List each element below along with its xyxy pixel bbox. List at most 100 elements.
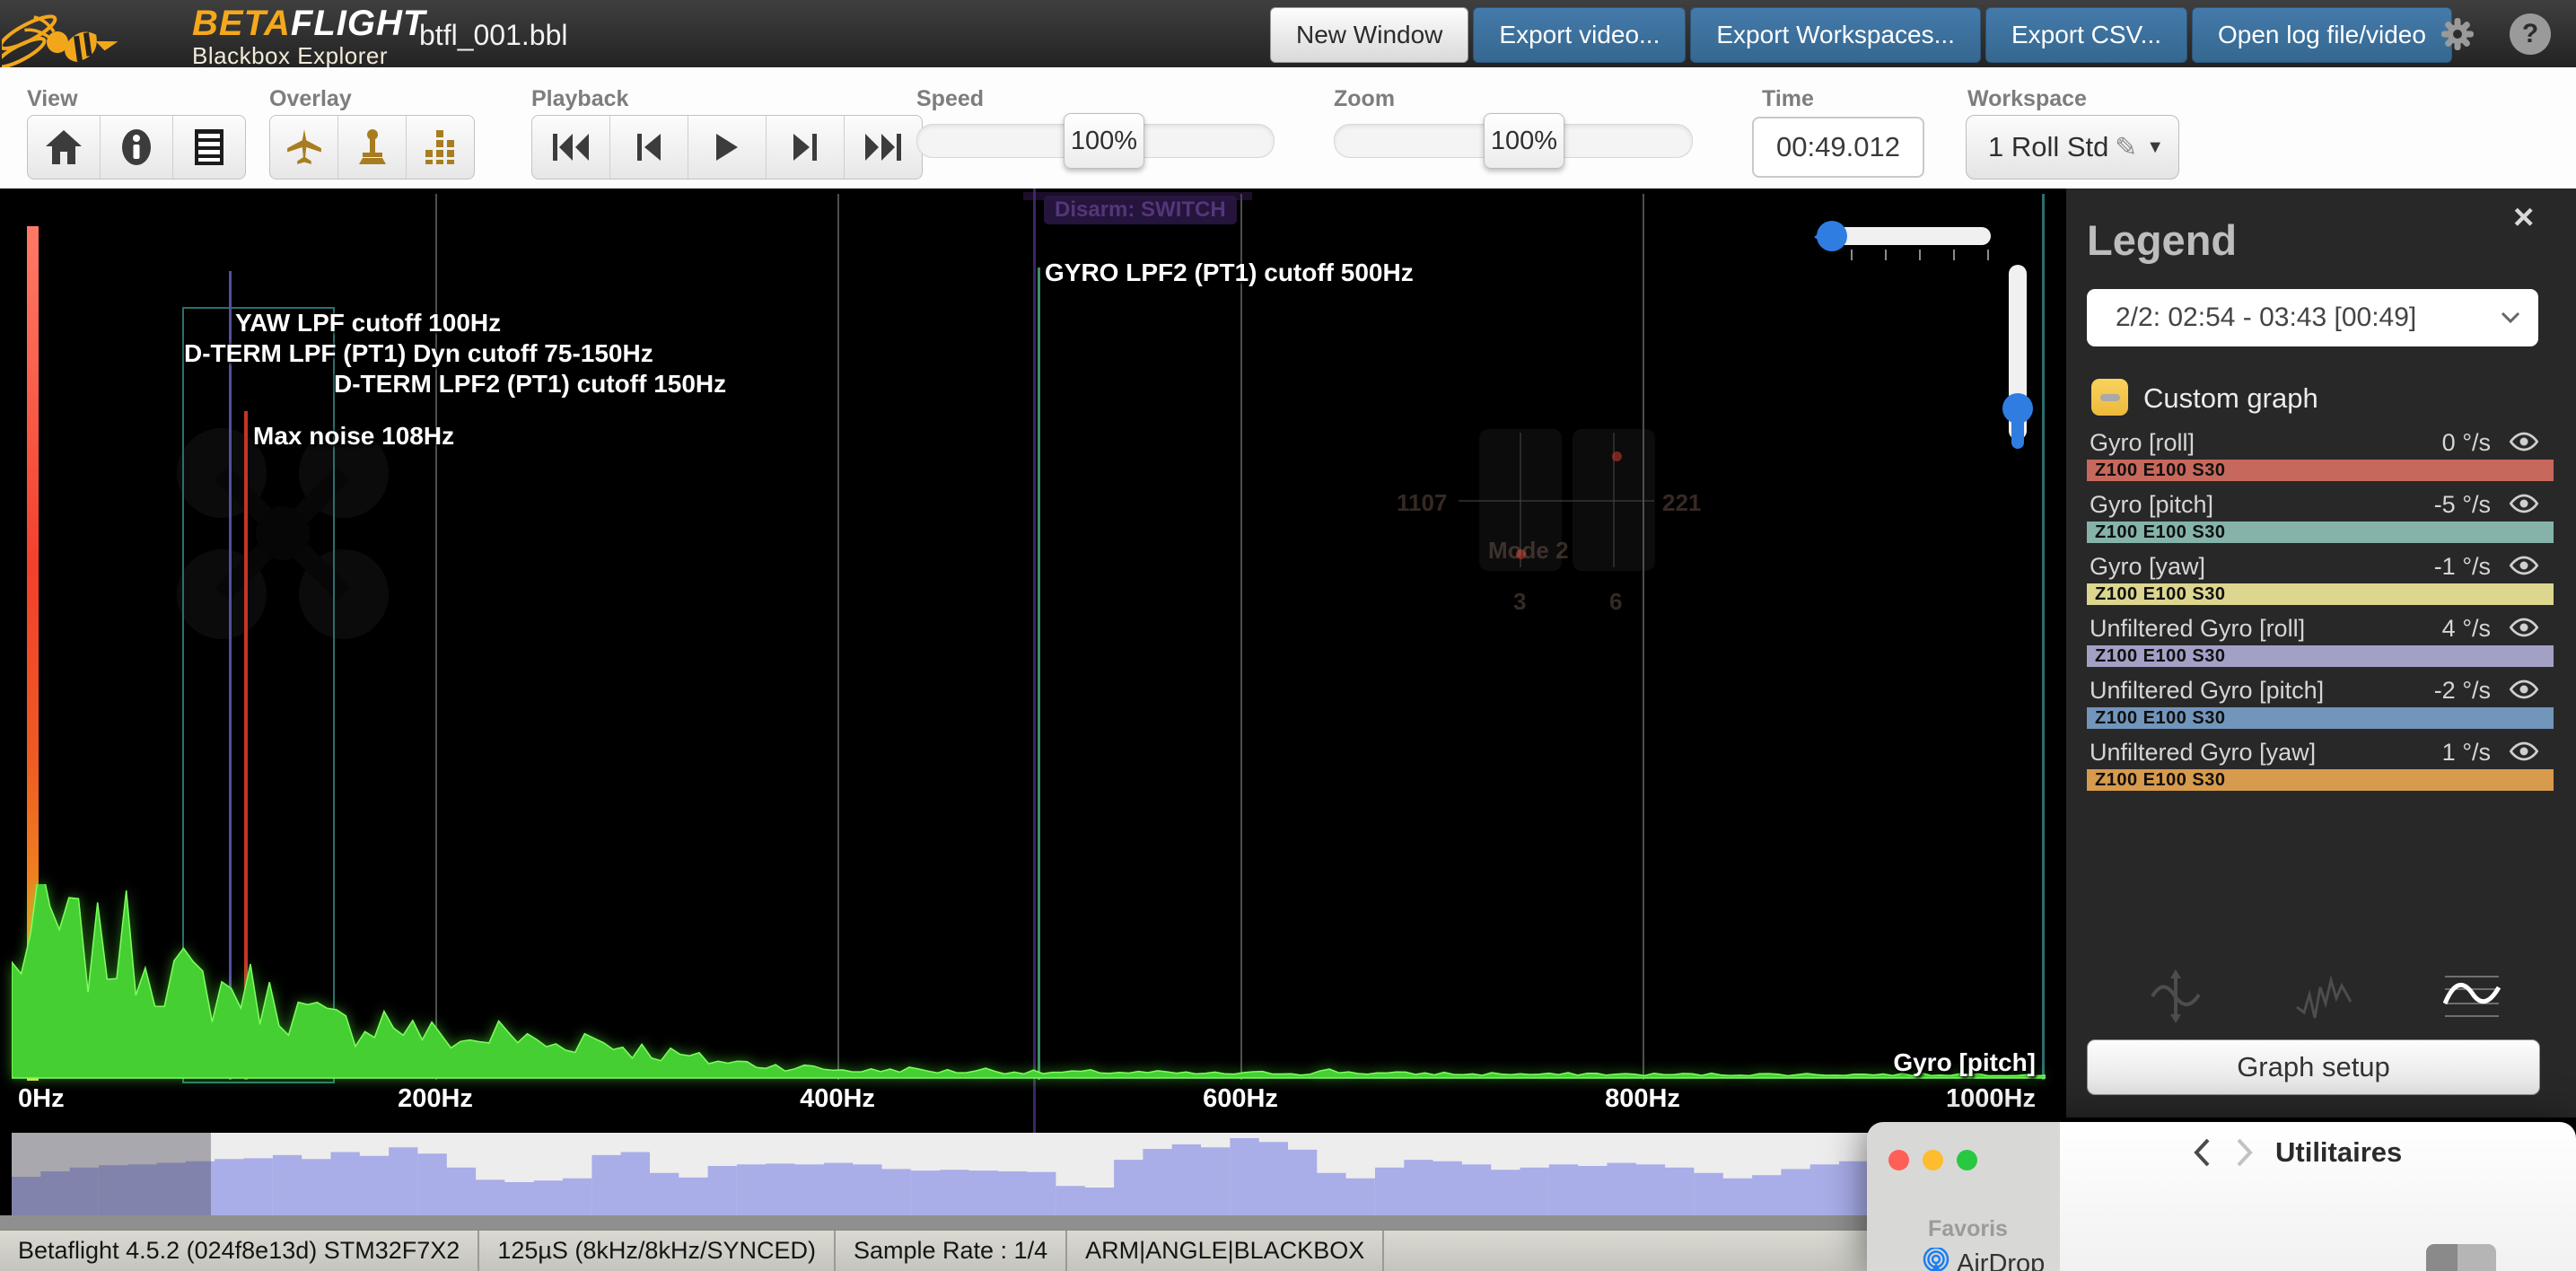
legend-item[interactable]: Unfiltered Gyro [pitch]-2 °/sZ100 E100 S… [2066,677,2576,739]
visibility-eye-icon[interactable] [2508,493,2540,519]
spectrum-area [12,884,2046,1082]
eye-icon [2508,431,2540,452]
graph-zoom-knob-vertical-stem [2011,415,2024,449]
overlay-section-label: Overlay [269,86,352,112]
analyser-overlay-button[interactable] [407,116,474,179]
legend-item-name: Gyro [roll] [2090,429,2195,457]
zoom-slider[interactable]: 100% [1334,124,1693,158]
finder-minimize-button[interactable] [1923,1150,1943,1170]
annotation-dterm-lpf2: D-TERM LPF2 (PT1) cutoff 150Hz [334,370,726,399]
speed-slider-handle[interactable]: 100% [1064,113,1144,169]
x-tick-label: 0Hz [18,1084,65,1114]
eye-icon [2508,741,2540,762]
visibility-eye-icon[interactable] [2508,555,2540,581]
legend-item-badge: Z100 E100 S30 [2087,646,2226,667]
legend-item-value: -5 °/s [2434,491,2491,519]
eye-icon [2508,617,2540,638]
legend-item[interactable]: Gyro [pitch]-5 °/sZ100 E100 S30 [2066,491,2576,553]
legend-item-color-bar[interactable]: Z100 E100 S30 [2087,769,2554,791]
custom-graph-collapse-button[interactable] [2091,379,2128,416]
step-forward-button[interactable] [767,116,845,179]
finder-window[interactable]: Favoris AirDrop Utilitaires [1867,1122,2576,1271]
finder-main-area: Utilitaires [2060,1122,2576,1271]
header-button-export-workspaces[interactable]: Export Workspaces... [1690,7,1981,63]
finder-sidebar-item-airdrop[interactable]: AirDrop [1957,1249,2045,1271]
x-tick-label: 600Hz [1203,1084,1278,1114]
header-button-export-csv[interactable]: Export CSV... [1985,7,2187,63]
chevron-down-icon [2501,311,2520,324]
legend-item-name: Unfiltered Gyro [roll] [2090,615,2305,643]
settings-gear-icon[interactable] [2438,14,2477,54]
minus-icon [2100,394,2120,401]
legend-item[interactable]: Unfiltered Gyro [yaw]1 °/sZ100 E100 S30 [2066,739,2576,801]
legend-item-name: Unfiltered Gyro [pitch] [2090,677,2324,705]
header-button-export-video[interactable]: Export video... [1473,7,1686,63]
legend-items: Gyro [roll]0 °/sZ100 E100 S30Gyro [pitch… [2066,429,2576,801]
airdrop-icon [1923,1248,1950,1271]
home-icon [46,130,82,164]
play-button[interactable] [688,116,767,179]
finder-window-title: Utilitaires [2275,1136,2402,1169]
legend-item-color-bar[interactable]: Z100 E100 S30 [2087,522,2554,543]
craft-plane-icon [287,129,321,165]
playback-section-label: Playback [531,86,628,112]
legend-item[interactable]: Gyro [yaw]-1 °/sZ100 E100 S30 [2066,553,2576,615]
legend-item-color-bar[interactable]: Z100 E100 S30 [2087,707,2554,729]
legend-close-icon[interactable]: × [2513,197,2534,238]
legend-item[interactable]: Unfiltered Gyro [roll]4 °/sZ100 E100 S30 [2066,615,2576,677]
visibility-eye-icon[interactable] [2508,431,2540,457]
sticks-overlay-button[interactable] [338,116,407,179]
main-area: 1107 221 Mode 2 3 6 GYRO LPF2 (PT1) cuto… [0,188,2576,1133]
brand-block: BETAFLIGHT Blackbox Explorer [192,5,425,67]
app-icon-partial-left[interactable] [2426,1244,2496,1271]
speed-slider[interactable]: 100% [916,124,1275,158]
back-chevron-icon[interactable] [2193,1138,2211,1167]
workspace-edit-pencil-icon[interactable]: ✎ [2115,132,2137,163]
help-icon[interactable]: ? [2510,13,2551,55]
legend-item-badge: Z100 E100 S30 [2087,460,2226,481]
filtered-sine-icon[interactable] [2443,968,2501,1025]
workspace-selector[interactable]: 1 Roll Std ✎ ▼ [1966,115,2179,180]
visibility-eye-icon[interactable] [2508,679,2540,705]
legend-item-color-bar[interactable]: Z100 E100 S30 [2087,645,2554,667]
annotation-disarm: Disarm: SWITCH [1044,196,1237,224]
rc-value-right: 221 [1662,489,1701,517]
finder-close-button[interactable] [1888,1150,1909,1170]
betaflight-hornet-logo [2,0,186,67]
step-back-button[interactable] [610,116,688,179]
log-info-button[interactable] [101,116,173,179]
craft-overlay-button[interactable] [270,116,338,179]
header: BETAFLIGHT Blackbox Explorer btfl_001.bb… [0,0,2576,68]
forward-chevron-icon[interactable] [2236,1138,2254,1167]
legend-item-color-bar[interactable]: Z100 E100 S30 [2087,583,2554,605]
jump-end-button[interactable] [845,116,922,179]
view-section-label: View [27,86,78,112]
workspace-caret-icon[interactable]: ▼ [2146,137,2164,158]
table-list-icon [194,128,224,166]
app-root: BETAFLIGHT Blackbox Explorer btfl_001.bb… [0,0,2576,1271]
table-view-button[interactable] [173,116,245,179]
jump-start-button[interactable] [532,116,610,179]
custom-graph-label: Custom graph [2143,382,2318,415]
next-frame-icon [793,134,817,161]
view-graphs-button[interactable] [28,116,101,179]
finder-zoom-button[interactable] [1957,1150,1977,1170]
header-button-open-log-file-video[interactable]: Open log file/video [2192,7,2452,63]
header-button-new-window[interactable]: New Window [1270,7,1468,63]
visibility-eye-icon[interactable] [2508,617,2540,643]
graph-zoom-knob-nub [1806,229,1825,245]
expand-vertical-icon[interactable] [2147,968,2204,1025]
log-range-selector[interactable]: 2/2: 02:54 - 03:43 [00:49] [2087,289,2538,346]
raw-waveform-icon[interactable] [2295,968,2353,1025]
time-input[interactable] [1752,117,1924,178]
graph-setup-button[interactable]: Graph setup [2087,1039,2540,1095]
skip-to-start-icon [553,134,589,161]
zoom-slider-handle[interactable]: 100% [1484,113,1564,169]
visibility-eye-icon[interactable] [2508,741,2540,767]
annotation-gyro-lpf2: GYRO LPF2 (PT1) cutoff 500Hz [1045,259,1414,287]
legend-item-badge: Z100 E100 S30 [2087,522,2226,543]
toolbar: View Overlay Playback [0,67,2576,188]
legend-item-color-bar[interactable]: Z100 E100 S30 [2087,460,2554,481]
annotation-dterm-lpf-dyn: D-TERM LPF (PT1) Dyn cutoff 75-150Hz [184,339,653,368]
legend-item[interactable]: Gyro [roll]0 °/sZ100 E100 S30 [2066,429,2576,491]
